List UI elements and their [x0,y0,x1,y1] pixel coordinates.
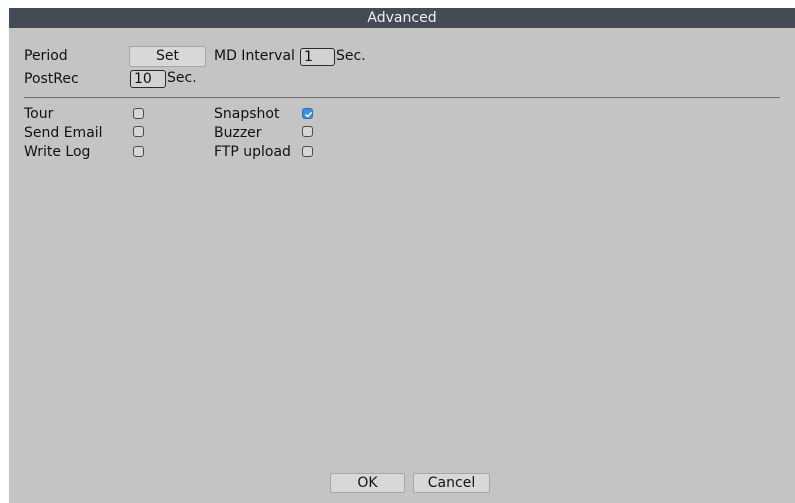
checkmark-icon [304,111,313,118]
md-interval-unit: Sec. [336,48,366,64]
buzzer-label: Buzzer [214,125,262,141]
section-divider [24,97,780,98]
cancel-button[interactable]: Cancel [413,473,490,493]
ftp-upload-label: FTP upload [214,144,291,160]
ftp-upload-checkbox[interactable] [302,146,313,157]
postrec-label: PostRec [24,71,79,87]
send-email-checkbox[interactable] [133,126,144,137]
buzzer-checkbox[interactable] [302,126,313,137]
write-log-checkbox[interactable] [133,146,144,157]
snapshot-label: Snapshot [214,106,280,122]
tour-label: Tour [24,106,54,122]
advanced-dialog: Advanced Period Set MD Interval 1 Sec. P… [9,8,795,503]
period-label: Period [24,48,68,64]
postrec-input[interactable]: 10 [130,70,166,88]
dialog-title: Advanced [9,8,795,28]
snapshot-checkbox[interactable] [302,108,313,119]
send-email-label: Send Email [24,125,103,141]
period-set-button[interactable]: Set [129,46,206,67]
write-log-label: Write Log [24,144,91,160]
tour-checkbox[interactable] [133,108,144,119]
md-interval-input[interactable]: 1 [300,48,335,66]
md-interval-label: MD Interval [214,48,295,64]
ok-button[interactable]: OK [330,473,405,493]
postrec-unit: Sec. [167,70,197,86]
